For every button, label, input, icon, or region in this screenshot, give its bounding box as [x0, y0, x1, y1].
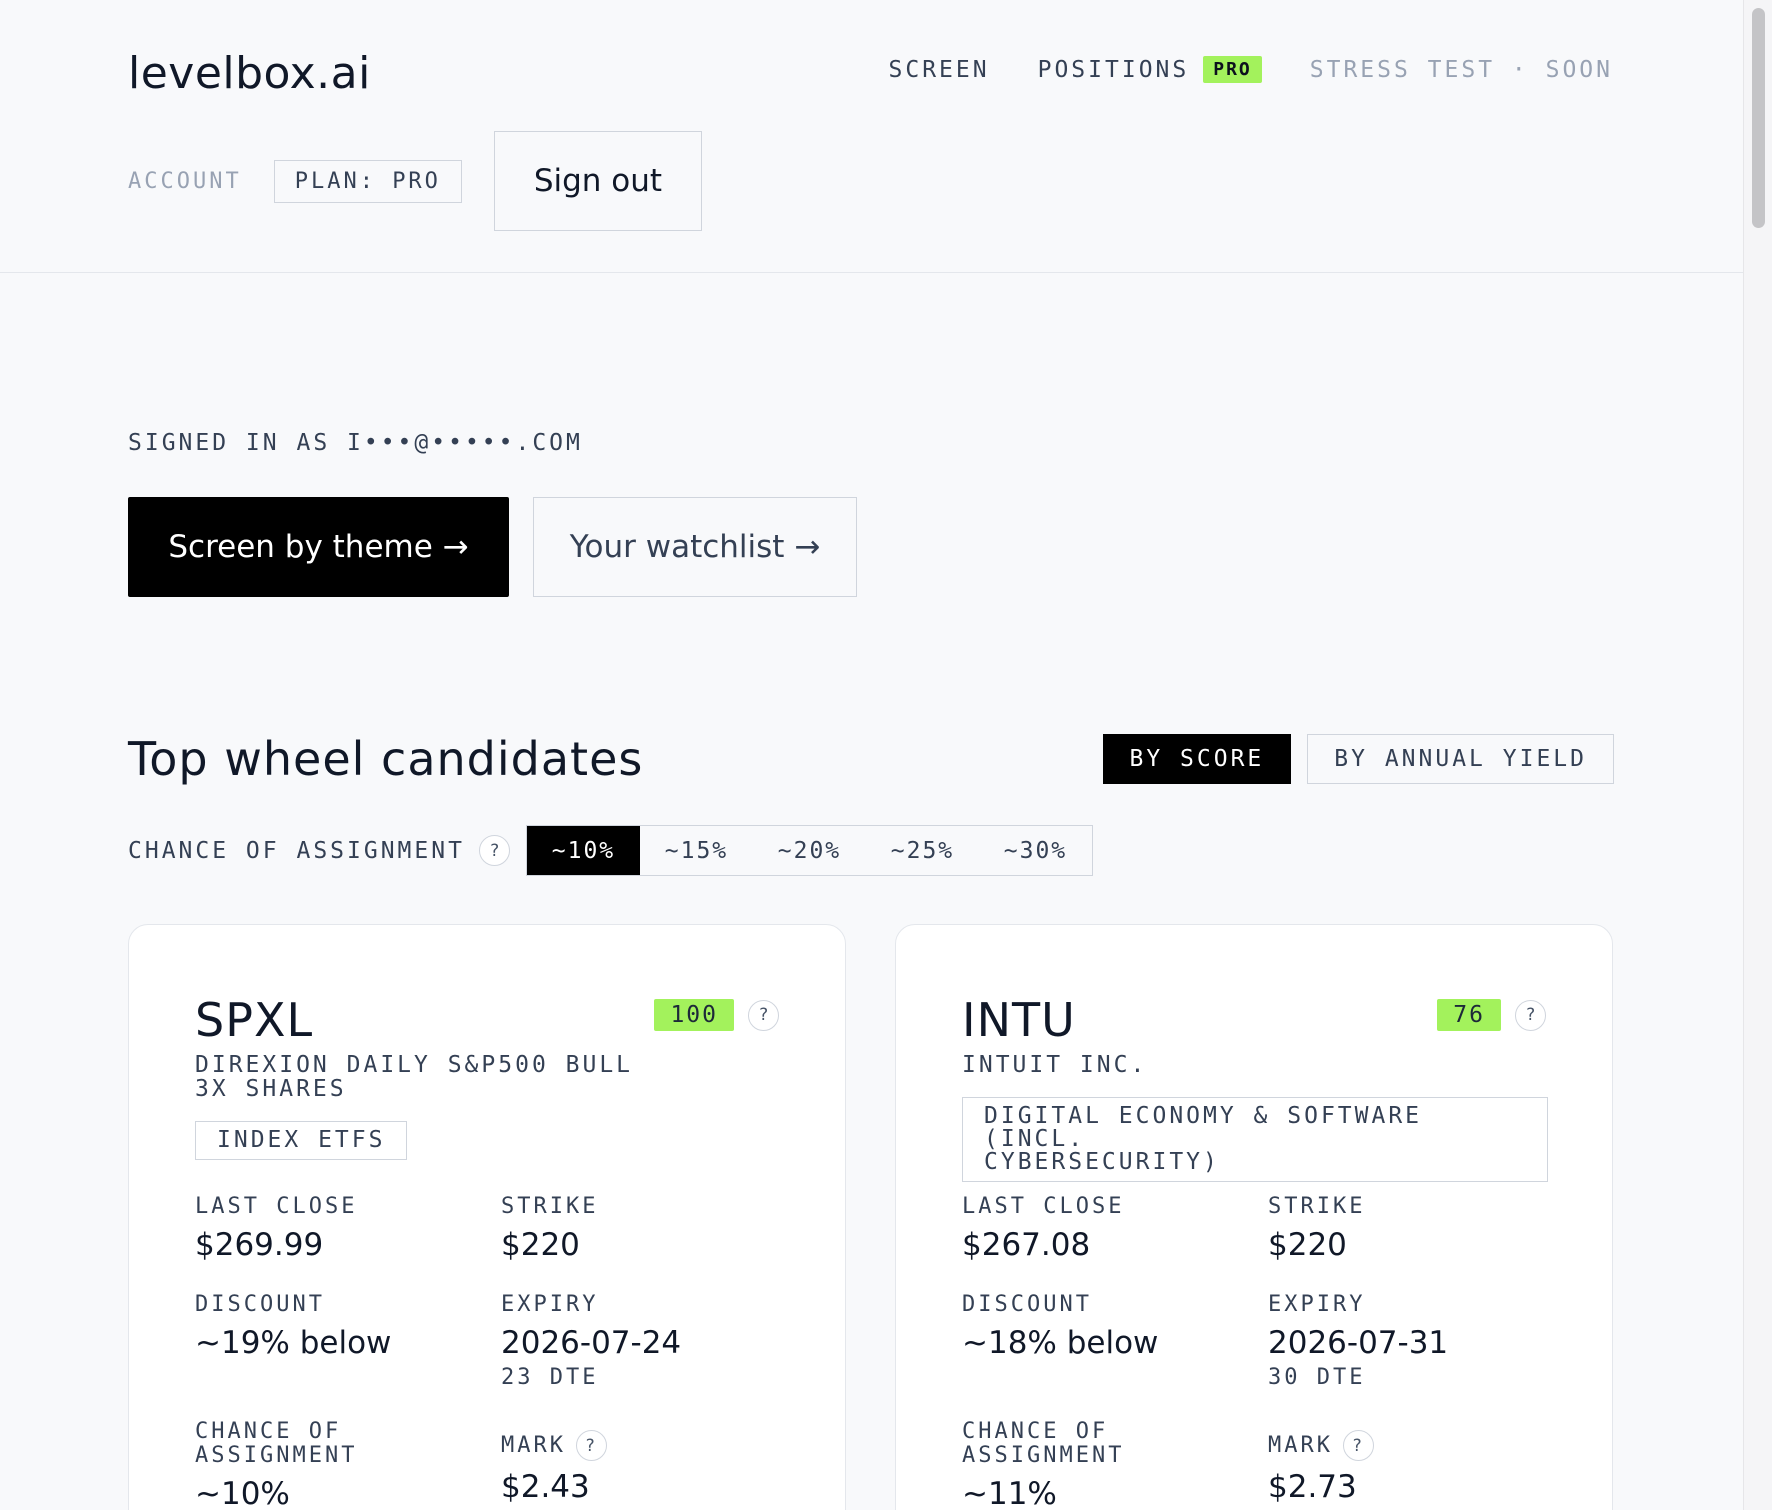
- metric-mark: MARK ? $2.73: [1268, 1420, 1548, 1510]
- sector-tag-line: INDEX ETFS: [217, 1127, 386, 1153]
- page: levelbox.ai SCREEN POSITIONS PRO STRESS …: [0, 0, 1772, 1510]
- metric-expiry: EXPIRY 2026-07-24 23 DTE: [501, 1292, 781, 1391]
- metric-discount: DISCOUNT ~18% below: [962, 1293, 1268, 1390]
- metric-value: $220: [1268, 1227, 1347, 1263]
- pro-badge: PRO: [1203, 56, 1262, 83]
- company-name-line: DIREXION DAILY S&P500 BULL: [195, 1052, 634, 1078]
- chance-option-20[interactable]: ~20%: [753, 826, 866, 875]
- sort-toggle: BY SCORE BY ANNUAL YIELD: [1102, 734, 1614, 784]
- metric-label: EXPIRY: [1268, 1292, 1366, 1317]
- chance-option-30[interactable]: ~30%: [979, 826, 1092, 875]
- vertical-scrollbar[interactable]: [1743, 0, 1772, 1510]
- metric-strike: STRIKE $220: [501, 1194, 781, 1264]
- top-nav: SCREEN POSITIONS PRO STRESS TEST · SOON: [841, 56, 1613, 83]
- metric-value: $269.99: [195, 1227, 324, 1263]
- metric-label-line: CHANCE OF: [962, 1419, 1109, 1444]
- scrollbar-thumb[interactable]: [1752, 8, 1765, 228]
- chance-option-25[interactable]: ~25%: [866, 826, 979, 875]
- nav-screen[interactable]: SCREEN: [889, 57, 990, 83]
- metric-label: DISCOUNT: [962, 1292, 1092, 1317]
- sign-out-button[interactable]: Sign out: [493, 131, 702, 231]
- dte-value: 23 DTE: [501, 1365, 599, 1390]
- section-title: Top wheel candidates: [128, 732, 644, 786]
- sort-by-score-button[interactable]: BY SCORE: [1102, 734, 1292, 784]
- nav-stress-test: STRESS TEST · SOON: [1309, 56, 1613, 83]
- metric-value: $220: [501, 1227, 580, 1263]
- metric-value: $2.73: [1268, 1469, 1357, 1505]
- top-header: levelbox.ai SCREEN POSITIONS PRO STRESS …: [0, 0, 1743, 273]
- metric-label: CHANCE OF ASSIGNMENT: [195, 1420, 501, 1468]
- metric-chance: CHANCE OF ASSIGNMENT ~10%: [195, 1420, 501, 1510]
- company-name-line: 3X SHARES: [195, 1076, 347, 1102]
- chance-option-10[interactable]: ~10%: [526, 826, 640, 875]
- nav-positions[interactable]: POSITIONS PRO: [1038, 56, 1262, 83]
- score-badge: 100: [654, 999, 734, 1031]
- plan-chip: PLAN: PRO: [273, 159, 462, 203]
- metrics-grid: LAST CLOSE $269.99 STRIKE $220 DISCOUNT …: [195, 1195, 781, 1510]
- account-label: ACCOUNT: [128, 168, 242, 194]
- metric-value: ~11%: [962, 1476, 1057, 1510]
- metric-value: $2.43: [501, 1469, 590, 1505]
- company-name: DIREXION DAILY S&P500 BULL 3X SHARES: [195, 1053, 779, 1101]
- screen-by-theme-button[interactable]: Screen by theme →: [128, 497, 509, 597]
- account-row: ACCOUNT PLAN: PRO Sign out: [128, 131, 702, 231]
- metric-strike: STRIKE $220: [1268, 1194, 1548, 1264]
- metric-discount: DISCOUNT ~19% below: [195, 1293, 501, 1390]
- your-watchlist-button[interactable]: Your watchlist →: [533, 497, 857, 597]
- metric-label: EXPIRY: [501, 1292, 599, 1317]
- score-badge: 76: [1437, 999, 1501, 1031]
- metric-value: ~19% below: [195, 1325, 392, 1361]
- candidate-card[interactable]: SPXL 100 ? DIREXION DAILY S&P500 BULL 3X…: [128, 924, 846, 1510]
- metric-label-line: ASSIGNMENT: [962, 1443, 1125, 1468]
- help-icon[interactable]: ?: [575, 1430, 607, 1461]
- company-name-line: INTUIT INC.: [962, 1052, 1148, 1078]
- metric-label-text: MARK: [1268, 1432, 1333, 1458]
- chance-of-assignment-label: CHANCE OF ASSIGNMENT: [128, 837, 465, 864]
- sector-tag-line: CYBERSECURITY): [984, 1149, 1220, 1175]
- metric-chance: CHANCE OF ASSIGNMENT ~11%: [962, 1420, 1268, 1510]
- metric-value: ~18% below: [962, 1325, 1159, 1361]
- metric-label: LAST CLOSE: [195, 1194, 358, 1219]
- metric-label-line: CHANCE OF: [195, 1419, 342, 1444]
- metric-last-close: LAST CLOSE $269.99: [195, 1194, 501, 1264]
- sector-tag-line: DIGITAL ECONOMY & SOFTWARE (INCL.: [984, 1103, 1423, 1152]
- chance-of-assignment-filter: CHANCE OF ASSIGNMENT ? ~10% ~15% ~20% ~2…: [128, 825, 1093, 876]
- cta-row: Screen by theme → Your watchlist →: [128, 497, 857, 597]
- metric-mark: MARK ? $2.43: [501, 1420, 781, 1510]
- metric-expiry: EXPIRY 2026-07-31 30 DTE: [1268, 1292, 1548, 1391]
- help-icon[interactable]: ?: [478, 835, 510, 866]
- metric-label: STRIKE: [1268, 1194, 1366, 1219]
- dte-value: 30 DTE: [1268, 1365, 1366, 1390]
- metric-label: LAST CLOSE: [962, 1194, 1125, 1219]
- metric-label: MARK ?: [1268, 1430, 1548, 1461]
- help-icon[interactable]: ?: [1515, 999, 1546, 1031]
- metric-label-line: ASSIGNMENT: [195, 1443, 358, 1468]
- metric-label: DISCOUNT: [195, 1292, 325, 1317]
- sort-by-annual-yield-button[interactable]: BY ANNUAL YIELD: [1307, 734, 1614, 784]
- signed-in-as: SIGNED IN AS I•••@•••••.COM: [128, 430, 583, 456]
- sector-tag[interactable]: DIGITAL ECONOMY & SOFTWARE (INCL. CYBERS…: [962, 1097, 1548, 1182]
- help-icon[interactable]: ?: [1342, 1430, 1374, 1461]
- metric-value: 2026-07-31: [1268, 1325, 1449, 1361]
- help-icon[interactable]: ?: [748, 999, 779, 1031]
- metric-last-close: LAST CLOSE $267.08: [962, 1194, 1268, 1264]
- metric-value: $267.08: [962, 1227, 1091, 1263]
- chance-option-15[interactable]: ~15%: [640, 826, 753, 875]
- metric-value: 2026-07-24: [501, 1325, 682, 1361]
- metric-label: STRIKE: [501, 1194, 599, 1219]
- score-group: 100 ?: [654, 999, 779, 1031]
- score-group: 76 ?: [1437, 999, 1546, 1031]
- company-name: INTUIT INC.: [962, 1053, 1546, 1077]
- metrics-grid: LAST CLOSE $267.08 STRIKE $220 DISCOUNT …: [962, 1195, 1548, 1510]
- logo[interactable]: levelbox.ai: [128, 48, 371, 99]
- metric-label: MARK ?: [501, 1430, 781, 1461]
- metric-label: CHANCE OF ASSIGNMENT: [962, 1420, 1268, 1468]
- metric-label-text: MARK: [501, 1432, 566, 1458]
- metric-value: ~10%: [195, 1476, 290, 1510]
- nav-positions-label: POSITIONS: [1037, 56, 1190, 83]
- chance-segmented-control: ~10% ~15% ~20% ~25% ~30%: [525, 825, 1093, 876]
- sector-tag[interactable]: INDEX ETFS: [195, 1121, 408, 1160]
- candidate-card[interactable]: INTU 76 ? INTUIT INC. DIGITAL ECONOMY & …: [895, 924, 1613, 1510]
